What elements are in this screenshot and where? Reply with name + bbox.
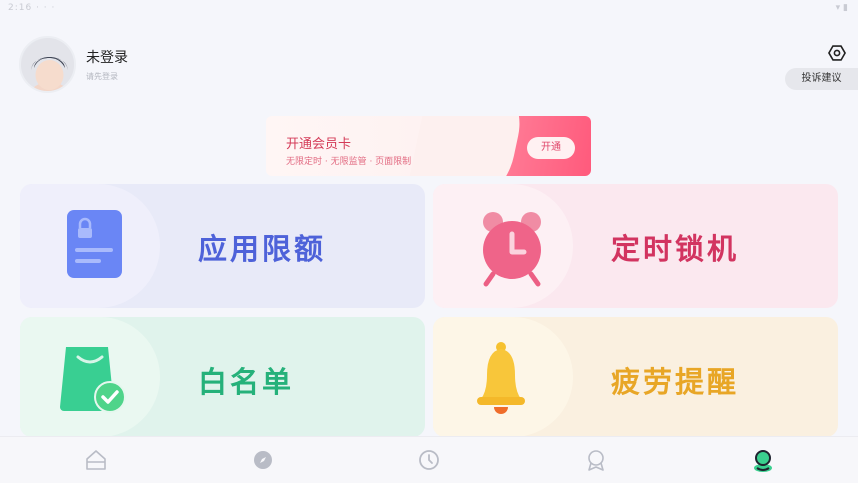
bottom-nav — [0, 436, 858, 483]
shopping-bag-check-icon — [60, 337, 140, 421]
lock-document-icon — [60, 204, 140, 288]
username[interactable]: 未登录 — [86, 47, 128, 67]
feedback-button[interactable]: 投诉建议 — [785, 68, 858, 90]
status-bar-right: ▾ ▮ — [835, 3, 848, 13]
status-bar-left: 2:16 · · · — [8, 3, 56, 13]
compass-icon — [254, 451, 272, 469]
nav-discover[interactable] — [251, 448, 275, 472]
avatar-icon — [21, 38, 74, 91]
app-quota-label: 应用限额 — [198, 232, 327, 266]
nav-profile[interactable] — [751, 448, 775, 472]
alarm-clock-icon — [473, 204, 553, 288]
whitelist-label: 白名单 — [198, 365, 295, 399]
nav-home[interactable] — [84, 448, 108, 472]
vip-banner[interactable]: 开通会员卡 无限定时 · 无限监管 · 页面限制 开通 — [266, 116, 591, 176]
settings-icon[interactable] — [827, 43, 847, 63]
timed-lock-label: 定时锁机 — [611, 232, 740, 266]
vip-title: 开通会员卡 — [286, 137, 352, 152]
nav-history[interactable] — [417, 448, 441, 472]
app-quota-card[interactable]: 应用限额 — [20, 184, 425, 308]
fatigue-reminder-label: 疲劳提醒 — [611, 365, 740, 399]
timed-lock-card[interactable]: 定时锁机 — [433, 184, 838, 308]
fatigue-reminder-card[interactable]: 疲劳提醒 — [433, 317, 838, 437]
clock-icon — [419, 450, 439, 470]
login-hint[interactable]: 请先登录 — [86, 71, 118, 82]
status-bar: 2:16 · · · ▾ ▮ — [0, 0, 858, 18]
whitelist-card[interactable]: 白名单 — [20, 317, 425, 437]
profile-icon — [754, 450, 772, 472]
vip-open-button[interactable]: 开通 — [527, 137, 575, 159]
home-icon — [86, 450, 106, 470]
bell-icon — [473, 337, 553, 421]
avatar[interactable] — [19, 36, 76, 93]
nav-achievements[interactable] — [584, 448, 608, 472]
badge-icon — [588, 450, 604, 471]
hexagon-gear-icon — [828, 45, 846, 61]
vip-subtitle: 无限定时 · 无限监管 · 页面限制 — [286, 157, 412, 167]
